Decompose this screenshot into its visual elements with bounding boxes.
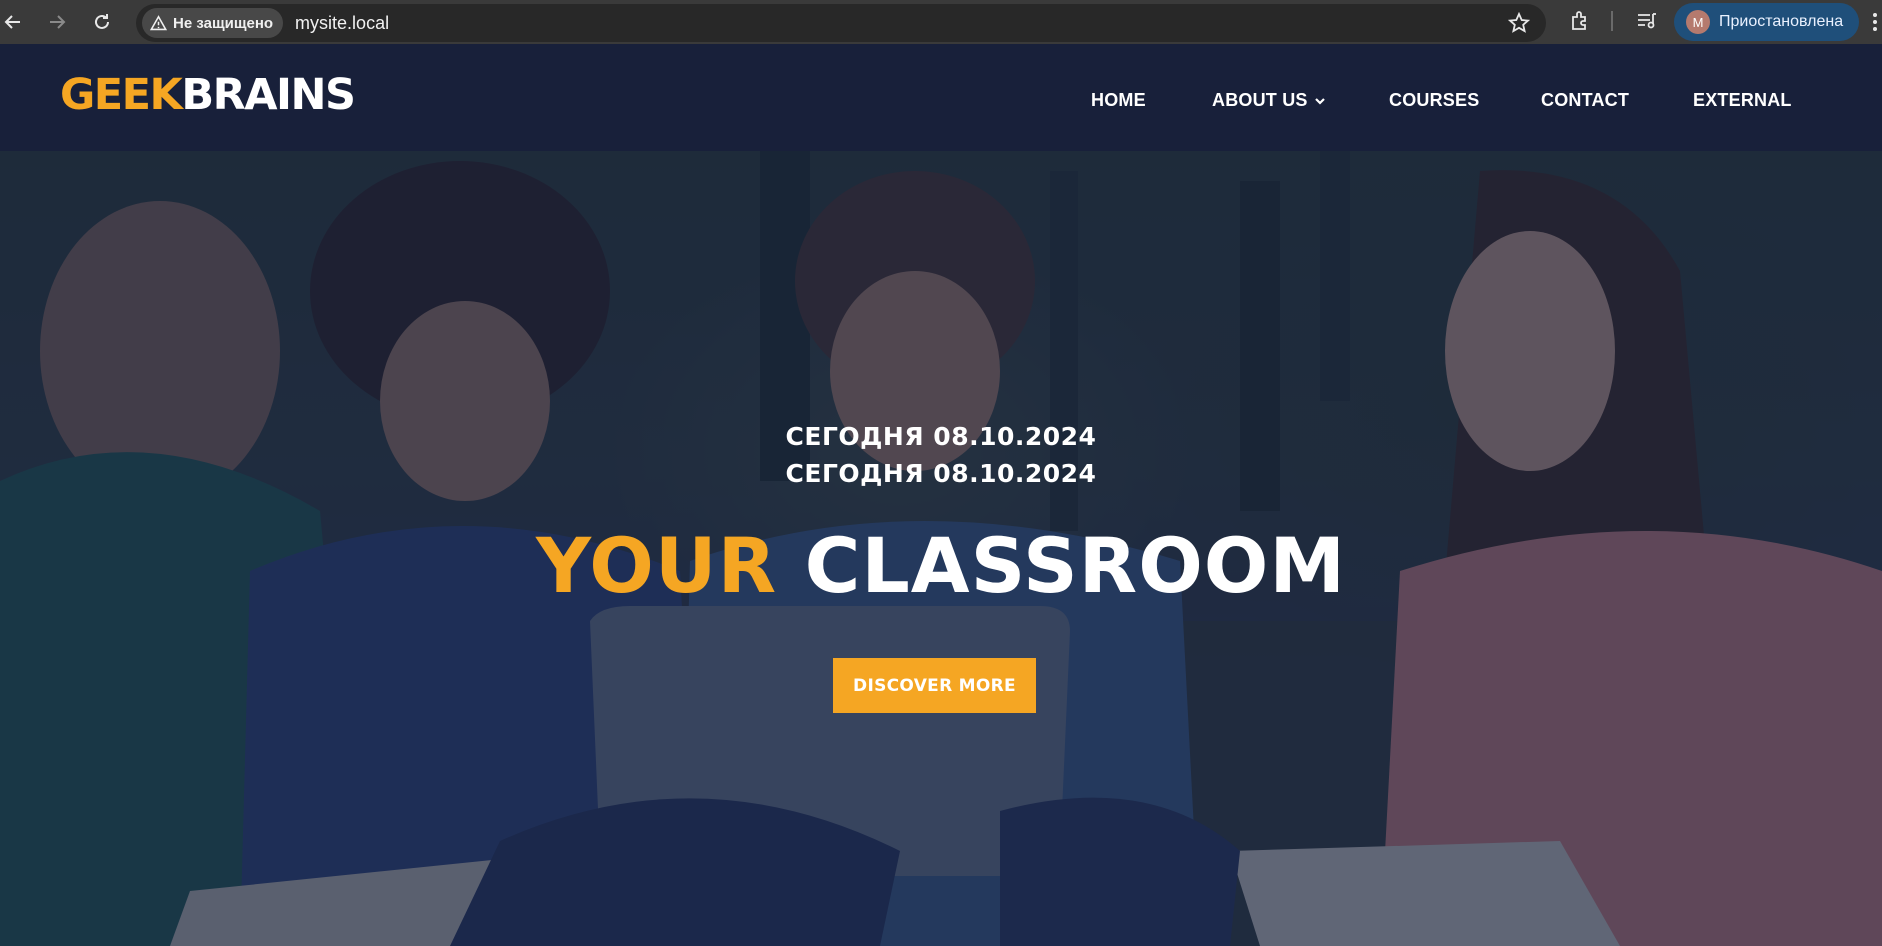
url-text[interactable]: mysite.local [295, 13, 389, 34]
headline-main: CLASSROOM [804, 521, 1347, 610]
reading-list-icon[interactable] [1635, 9, 1659, 33]
address-bar[interactable]: Не защищено mysite.local [136, 4, 1546, 42]
toolbar-divider [1611, 11, 1613, 31]
reload-icon [95, 14, 109, 29]
back-icon [4, 15, 20, 29]
profile-label: Приостановлена [1719, 13, 1844, 30]
nav-courses[interactable]: COURSES [1389, 90, 1479, 111]
back-button[interactable] [0, 5, 30, 39]
extensions-icon[interactable] [1568, 9, 1592, 33]
nav-about-us-label: ABOUT US [1212, 90, 1308, 110]
main-nav: HOME ABOUT US COURSES CONTACT EXTERNAL [0, 90, 1882, 114]
profile-button[interactable]: M Приостановлена [1674, 3, 1860, 41]
nav-home[interactable]: HOME [1091, 90, 1146, 111]
menu-icon[interactable] [1868, 10, 1882, 34]
nav-contact[interactable]: CONTACT [1541, 90, 1629, 111]
hero-date-line-1: СЕГОДНЯ 08.10.2024 [785, 422, 1097, 451]
site-header: GEEKBRAINS HOME ABOUT US COURSES CONTACT… [0, 44, 1882, 151]
discover-more-button[interactable]: DISCOVER MORE [833, 658, 1036, 713]
forward-button[interactable] [40, 5, 74, 39]
security-label: Не защищено [173, 14, 274, 32]
nav-external[interactable]: EXTERNAL [1693, 90, 1792, 111]
avatar: M [1686, 10, 1710, 34]
forward-icon [50, 15, 66, 29]
hero-headline: YOUR CLASSROOM [0, 528, 1882, 604]
nav-about-us[interactable]: ABOUT US [1212, 90, 1326, 111]
security-chip[interactable]: Не защищено [142, 8, 284, 38]
warning-icon [150, 14, 167, 30]
chevron-down-icon [1314, 97, 1325, 105]
hero-section: СЕГОДНЯ 08.10.2024 СЕГОДНЯ 08.10.2024 YO… [0, 151, 1882, 946]
hero-content: СЕГОДНЯ 08.10.2024 СЕГОДНЯ 08.10.2024 YO… [0, 151, 1882, 946]
headline-accent: YOUR [535, 521, 778, 610]
browser-toolbar: Не защищено mysite.local M Приостановлен… [0, 0, 1882, 44]
reload-button[interactable] [85, 5, 119, 39]
hero-date-line-2: СЕГОДНЯ 08.10.2024 [785, 459, 1097, 488]
star-icon[interactable] [1508, 12, 1530, 34]
